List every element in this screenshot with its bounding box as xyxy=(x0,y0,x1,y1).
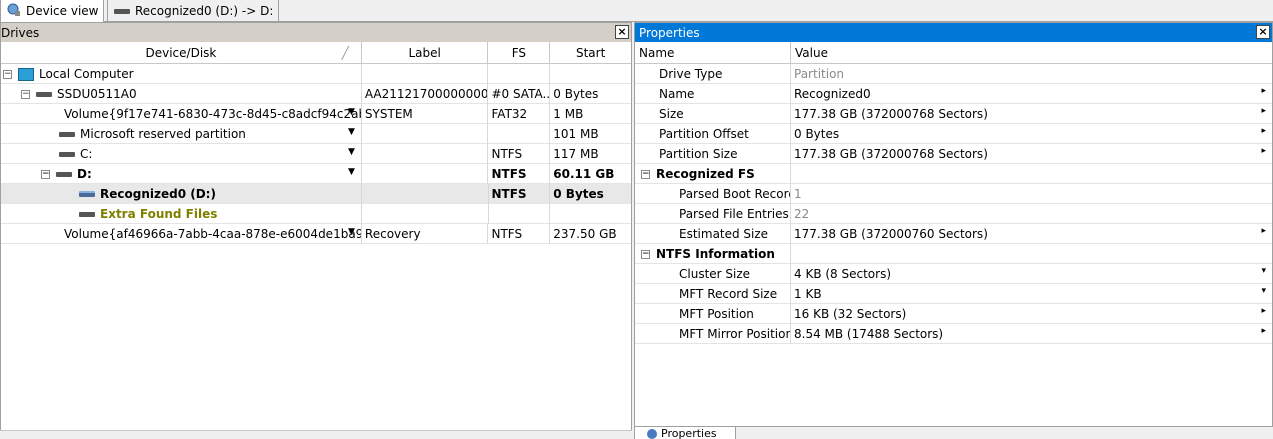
dropdown-arrow-icon[interactable]: ▼ xyxy=(348,167,355,177)
properties-icon xyxy=(647,428,657,439)
column-name[interactable]: Name xyxy=(635,42,791,64)
tab-label: Recognized0 (D:) -> D: xyxy=(135,3,274,18)
properties-list: Drive Type Partition Name Recognized0 ▸ S… xyxy=(635,64,1272,344)
expand-arrow-icon[interactable]: ▸ xyxy=(1261,106,1266,116)
drives-panel-title: Drives × xyxy=(1,23,631,42)
prop-row-partition-size[interactable]: Partition Size 177.38 GB (372000768 Sect… xyxy=(635,144,1272,164)
properties-panel: Properties × Name Value Drive Type Parti… xyxy=(634,22,1273,427)
collapse-icon[interactable]: − xyxy=(641,249,650,259)
sort-indicator-icon: ╱ xyxy=(341,46,349,60)
prop-section-recognized-fs[interactable]: − Recognized FS xyxy=(635,164,1272,184)
close-icon[interactable]: × xyxy=(1256,25,1270,39)
prop-row-size[interactable]: Size 177.38 GB (372000768 Sectors) ▸ xyxy=(635,104,1272,124)
expand-arrow-icon[interactable]: ▸ xyxy=(1261,326,1266,336)
tree-row-ssd[interactable]: − SSDU0511A0 AA21121700000000... #0 SATA… xyxy=(1,84,631,104)
collapse-icon[interactable]: − xyxy=(641,169,650,179)
collapse-icon[interactable]: − xyxy=(21,89,30,99)
column-value[interactable]: Value xyxy=(791,42,1272,64)
tree-row-msr[interactable]: Microsoft reserved partition ▼ 101 MB xyxy=(1,124,631,144)
horizontal-scrollbar[interactable] xyxy=(0,430,632,439)
dropdown-arrow-icon[interactable]: ▼ xyxy=(348,127,355,137)
device-view-icon xyxy=(7,3,21,20)
prop-row-parsed-file-entries[interactable]: Parsed File Entries 22 xyxy=(635,204,1272,224)
tab-label: Device view xyxy=(26,4,99,18)
prop-row-partition-offset[interactable]: Partition Offset 0 Bytes ▸ xyxy=(635,124,1272,144)
expand-arrow-icon[interactable]: ▸ xyxy=(1261,306,1266,316)
properties-header: Name Value xyxy=(635,42,1272,64)
prop-row-parsed-boot-records[interactable]: Parsed Boot Records 1 xyxy=(635,184,1272,204)
drives-header: Device/Disk ╱ Label FS Start xyxy=(1,42,631,64)
disk-icon xyxy=(36,91,52,97)
tree-row-local-computer[interactable]: − Local Computer xyxy=(1,64,631,84)
computer-icon xyxy=(18,67,34,81)
prop-row-estimated-size[interactable]: Estimated Size 177.38 GB (372000760 Sect… xyxy=(635,224,1272,244)
drive-icon xyxy=(114,4,130,18)
collapse-icon[interactable]: − xyxy=(41,169,50,179)
prop-row-mft-mirror-position[interactable]: MFT Mirror Position 8.54 MB (17488 Secto… xyxy=(635,324,1272,344)
column-label[interactable]: Label xyxy=(362,42,489,64)
expand-arrow-icon[interactable]: ▸ xyxy=(1261,86,1266,96)
prop-row-name[interactable]: Name Recognized0 ▸ xyxy=(635,84,1272,104)
column-fs[interactable]: FS xyxy=(488,42,551,64)
tree-row-recognized0[interactable]: Recognized0 (D:) NTFS 0 Bytes xyxy=(1,184,631,204)
expand-arrow-icon[interactable]: ▸ xyxy=(1261,126,1266,136)
dropdown-arrow-icon[interactable]: ▼ xyxy=(348,107,355,117)
prop-section-ntfs-information[interactable]: − NTFS Information xyxy=(635,244,1272,264)
dropdown-arrow-icon[interactable]: ▼ xyxy=(348,227,355,237)
tree-row-c-drive[interactable]: C: ▼ NTFS 117 MB xyxy=(1,144,631,164)
properties-panel-title: Properties × xyxy=(635,23,1272,42)
collapse-icon[interactable]: − xyxy=(3,69,12,79)
partition-icon xyxy=(56,171,72,177)
dropdown-arrow-icon[interactable]: ▾ xyxy=(1261,286,1266,296)
tab-device-view[interactable]: Device view xyxy=(0,0,104,23)
prop-row-drive-type[interactable]: Drive Type Partition xyxy=(635,64,1272,84)
tree-row-extra-found-files[interactable]: Extra Found Files xyxy=(1,204,631,224)
tab-recognized-drive[interactable]: Recognized0 (D:) -> D: xyxy=(107,0,279,22)
partition-icon xyxy=(59,131,75,137)
close-icon[interactable]: × xyxy=(615,25,629,39)
partition-icon xyxy=(59,151,75,157)
expand-arrow-icon[interactable]: ▸ xyxy=(1261,146,1266,156)
column-device-disk[interactable]: Device/Disk ╱ xyxy=(1,42,362,64)
prop-row-cluster-size[interactable]: Cluster Size 4 KB (8 Sectors) ▾ xyxy=(635,264,1272,284)
prop-row-mft-position[interactable]: MFT Position 16 KB (32 Sectors) ▸ xyxy=(635,304,1272,324)
tree-row-volume-recovery[interactable]: Volume{af46966a-7abb-4caa-878e-e6004de1b… xyxy=(1,224,631,244)
document-tab-bar: Device view Recognized0 (D:) -> D: xyxy=(0,0,1273,23)
tree-row-d-drive[interactable]: − D: ▼ NTFS 60.11 GB xyxy=(1,164,631,184)
dropdown-arrow-icon[interactable]: ▼ xyxy=(348,147,355,157)
expand-arrow-icon[interactable]: ▸ xyxy=(1261,226,1266,236)
tab-properties[interactable]: Properties xyxy=(634,427,736,439)
extra-files-icon xyxy=(79,211,95,217)
column-start[interactable]: Start xyxy=(550,42,631,64)
dropdown-arrow-icon[interactable]: ▾ xyxy=(1261,266,1266,276)
tree-row-volume-system[interactable]: Volume{9f17e741-6830-473c-8d45-c8adcf94c… xyxy=(1,104,631,124)
drives-panel: Drives × Device/Disk ╱ Label FS Start − … xyxy=(0,22,632,439)
recognized-partition-icon xyxy=(79,191,95,197)
prop-row-mft-record-size[interactable]: MFT Record Size 1 KB ▾ xyxy=(635,284,1272,304)
